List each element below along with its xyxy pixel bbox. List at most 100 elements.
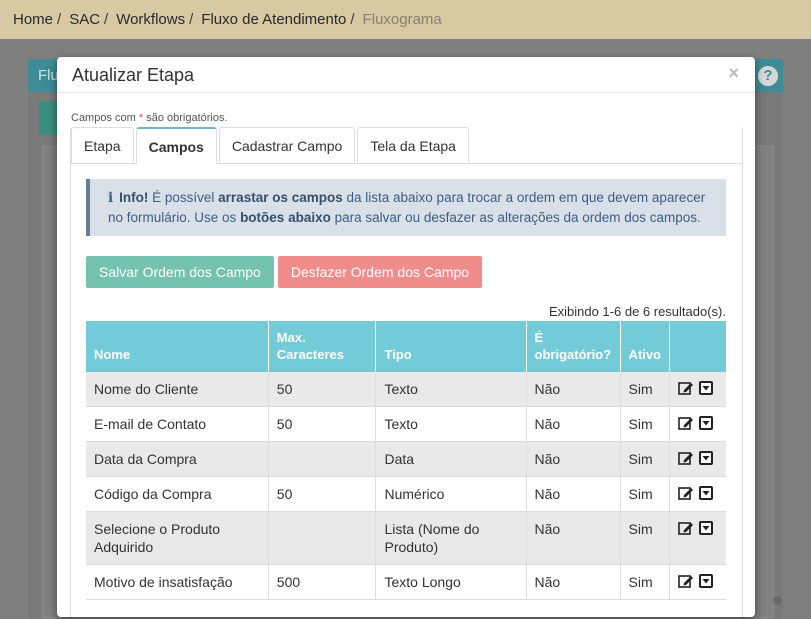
cell-nome: E-mail de Contato <box>86 406 269 442</box>
table-row[interactable]: Nome do Cliente 50 Texto Não Sim <box>86 372 726 407</box>
cell-ativo: Sim <box>620 406 670 442</box>
alert-bold-buttons: botões abaixo <box>240 210 331 225</box>
background-panel-title: Flu <box>38 67 59 84</box>
cell-ativo: Sim <box>620 476 670 512</box>
question-circle-icon[interactable]: ? <box>758 66 778 86</box>
cell-nome: Código da Compra <box>86 476 269 512</box>
required-fields-note: Campos com * são obrigatórios. <box>71 112 228 124</box>
table-row[interactable]: Data da Compra Data Não Sim <box>86 441 726 477</box>
dropdown-icon[interactable] <box>698 380 714 396</box>
table-row[interactable]: Selecione o Produto Adquirido Lista (Nome… <box>86 511 726 565</box>
dropdown-icon[interactable] <box>698 573 714 589</box>
cell-obrigatorio: Não <box>526 372 621 407</box>
edit-icon[interactable] <box>678 573 694 589</box>
cell-nome: Motivo de insatisfação <box>86 564 269 600</box>
breadcrumb-item-home[interactable]: Home <box>13 11 53 28</box>
tab-campos[interactable]: Campos <box>135 127 217 164</box>
cell-max: 50 <box>268 372 377 407</box>
modal-header: Atualizar Etapa × <box>57 57 755 93</box>
breadcrumb-separator: / <box>189 11 194 28</box>
column-header-tipo[interactable]: Tipo <box>375 321 527 372</box>
column-header-actions <box>669 321 726 372</box>
column-header-obrigatorio[interactable]: É obrigatório? <box>526 321 621 372</box>
alert-text: É possível <box>148 190 219 205</box>
table-header-row: Nome Max. Caracteres Tipo É obrigatório?… <box>86 321 726 372</box>
breadcrumb-separator: / <box>57 11 62 28</box>
edit-icon[interactable] <box>678 450 694 466</box>
cell-tipo: Texto <box>375 372 527 407</box>
edit-icon[interactable] <box>678 380 694 396</box>
alert-label: Info! <box>119 190 149 205</box>
cell-actions <box>669 441 726 477</box>
edit-icon[interactable] <box>678 485 694 501</box>
breadcrumb-item-sac[interactable]: SAC <box>69 11 100 28</box>
cell-actions <box>669 406 726 442</box>
cell-max <box>268 511 377 565</box>
cell-nome: Selecione o Produto Adquirido <box>86 511 269 565</box>
dropdown-icon[interactable] <box>698 415 714 431</box>
cell-obrigatorio: Não <box>526 511 621 565</box>
tabs-container: Etapa Campos Cadastrar Campo Tela da Eta… <box>70 127 743 617</box>
close-icon[interactable]: × <box>728 63 739 84</box>
info-alert: i Info! É possível arrastar os campos da … <box>86 179 726 236</box>
breadcrumb-separator: / <box>350 11 355 28</box>
edit-icon[interactable] <box>678 520 694 536</box>
column-header-ativo[interactable]: Ativo <box>620 321 670 372</box>
save-order-button[interactable]: Salvar Ordem dos Campo <box>86 256 274 288</box>
cell-ativo: Sim <box>620 564 670 600</box>
update-step-modal: Atualizar Etapa × Campos com * são obrig… <box>57 57 755 617</box>
column-header-nome[interactable]: Nome <box>86 321 269 372</box>
dropdown-icon[interactable] <box>698 520 714 536</box>
cell-obrigatorio: Não <box>526 441 621 477</box>
cell-max <box>268 441 377 477</box>
tab-etapa[interactable]: Etapa <box>71 127 134 163</box>
undo-order-button[interactable]: Desfazer Ordem dos Campo <box>277 256 483 288</box>
required-note-text: Campos com <box>71 112 139 124</box>
cell-actions <box>669 372 726 407</box>
cell-tipo: Data <box>375 441 527 477</box>
cell-max: 50 <box>268 406 377 442</box>
required-note-text-end: são obrigatórios. <box>143 112 228 124</box>
cell-ativo: Sim <box>620 511 670 565</box>
breadcrumb: Home / SAC / Workflows / Fluxo de Atendimen… <box>0 0 811 39</box>
cell-nome: Nome do Cliente <box>86 372 269 407</box>
breadcrumb-separator: / <box>104 11 109 28</box>
table-row[interactable]: Motivo de insatisfação 500 Texto Longo Não S… <box>86 564 726 600</box>
alert-bold-drag: arrastar os campos <box>218 190 343 205</box>
fields-table: Nome Max. Caracteres Tipo É obrigatório?… <box>86 321 726 600</box>
dropdown-icon[interactable] <box>698 450 714 466</box>
order-buttons: Salvar Ordem dos Campo Desfazer Ordem do… <box>86 256 726 288</box>
cell-obrigatorio: Não <box>526 476 621 512</box>
cell-nome: Data da Compra <box>86 441 269 477</box>
tab-bar: Etapa Campos Cadastrar Campo Tela da Eta… <box>71 127 742 164</box>
cell-actions <box>669 476 726 512</box>
info-icon: i <box>108 190 114 206</box>
alert-text: para salvar ou desfazer as alterações da… <box>330 210 701 225</box>
breadcrumb-item-active: Fluxograma <box>362 11 442 28</box>
edit-icon[interactable] <box>678 415 694 431</box>
cell-max: 500 <box>268 564 377 600</box>
column-header-max[interactable]: Max. Caracteres <box>268 321 377 372</box>
results-summary: Exibindo 1-6 de 6 resultado(s). <box>548 304 726 319</box>
cell-actions <box>669 564 726 600</box>
tab-tela-da-etapa[interactable]: Tela da Etapa <box>357 127 469 163</box>
cell-obrigatorio: Não <box>526 406 621 442</box>
table-row[interactable]: Código da Compra 50 Numérico Não Sim <box>86 476 726 512</box>
cell-max: 50 <box>268 476 377 512</box>
cell-tipo: Lista (Nome do Produto) <box>375 511 527 565</box>
cell-ativo: Sim <box>620 441 670 477</box>
dropdown-icon[interactable] <box>698 485 714 501</box>
cell-obrigatorio: Não <box>526 564 621 600</box>
breadcrumb-item-fluxo[interactable]: Fluxo de Atendimento <box>201 11 346 28</box>
table-row[interactable]: E-mail de Contato 50 Texto Não Sim <box>86 406 726 442</box>
cell-actions <box>669 511 726 565</box>
tab-cadastrar-campo[interactable]: Cadastrar Campo <box>218 127 356 163</box>
tab-content-campos: i Info! É possível arrastar os campos da … <box>86 179 726 600</box>
scroll-indicator <box>773 596 782 605</box>
breadcrumb-item-workflows[interactable]: Workflows <box>116 11 185 28</box>
cell-ativo: Sim <box>620 372 670 407</box>
modal-title: Atualizar Etapa <box>72 65 195 85</box>
cell-tipo: Texto <box>375 406 527 442</box>
cell-tipo: Numérico <box>375 476 527 512</box>
cell-tipo: Texto Longo <box>375 564 527 600</box>
